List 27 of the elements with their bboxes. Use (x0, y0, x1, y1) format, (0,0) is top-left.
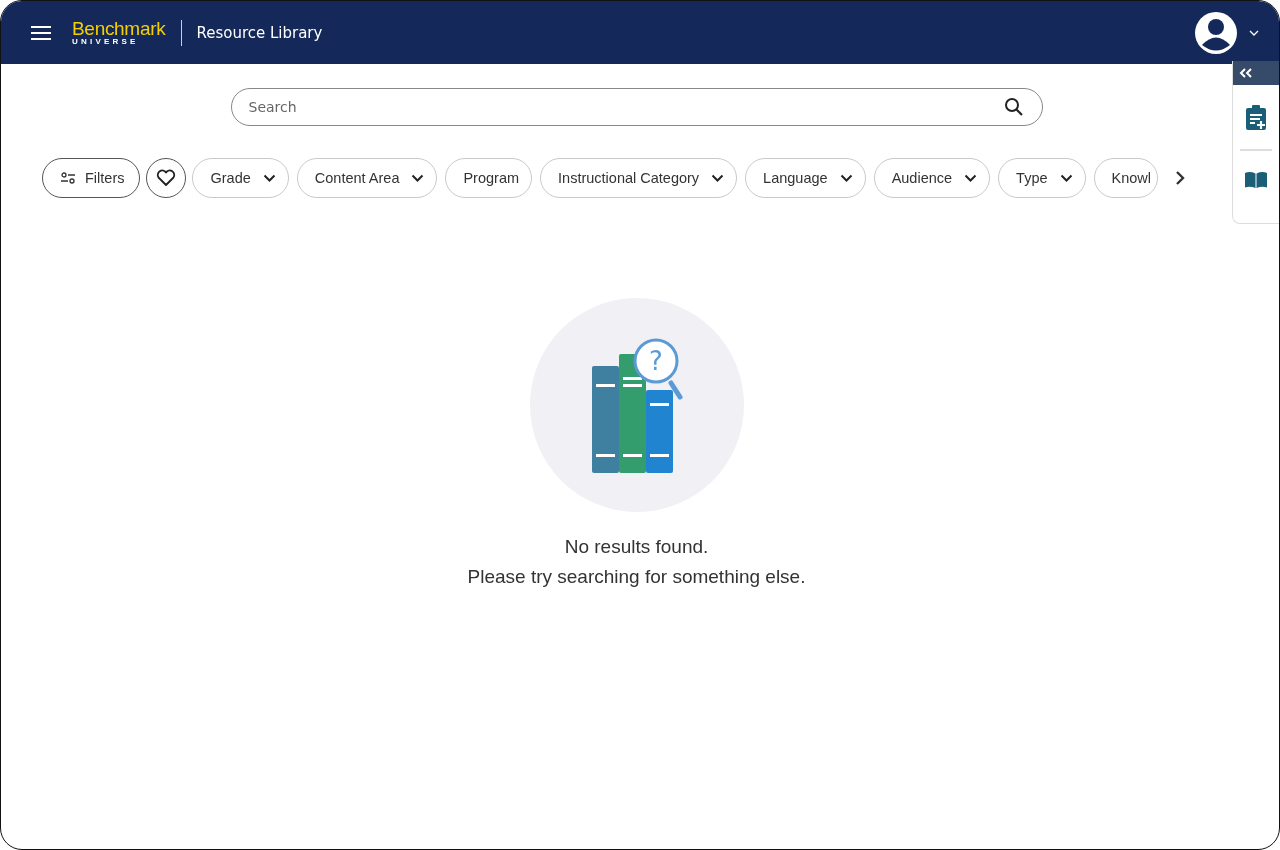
filter-dropdown[interactable]: Grade (192, 158, 289, 198)
empty-message: Please try searching for something else. (467, 565, 806, 589)
collapse-button[interactable] (1233, 61, 1279, 85)
filters-button[interactable]: Filters (42, 158, 141, 198)
filter-dropdown[interactable]: Type (998, 158, 1086, 198)
empty-message: No results found. (564, 535, 709, 559)
menu-icon[interactable] (31, 24, 51, 41)
chevron-right-icon[interactable] (1175, 170, 1186, 186)
filter-dropdown[interactable]: Audience (873, 158, 991, 198)
filter-dropdown[interactable]: Content Area (296, 158, 438, 198)
empty-books-drawing: ? (529, 298, 744, 512)
double-chevron-left-icon (1239, 68, 1253, 78)
search-icon[interactable] (1003, 97, 1024, 117)
favorite-button[interactable] (146, 158, 187, 198)
book-icon[interactable] (1244, 171, 1268, 189)
sliders-icon (60, 171, 76, 185)
filter-dropdown[interactable]: Instructional Category (540, 158, 738, 198)
filter-dropdown[interactable]: Knowl (1093, 158, 1159, 198)
filter-dropdown[interactable]: Program (445, 158, 533, 198)
filter-dropdown[interactable]: Language (745, 158, 866, 198)
clipboard-icon[interactable] (1245, 105, 1267, 131)
avatar-icon[interactable] (1195, 11, 1237, 54)
app-title: Resource Library (196, 23, 323, 42)
caret-icon[interactable] (1249, 29, 1259, 36)
logo-wordmark: Benchmark (72, 19, 166, 38)
logo-subtitle: UNIVERSE (72, 38, 140, 46)
heart-icon (156, 169, 177, 187)
